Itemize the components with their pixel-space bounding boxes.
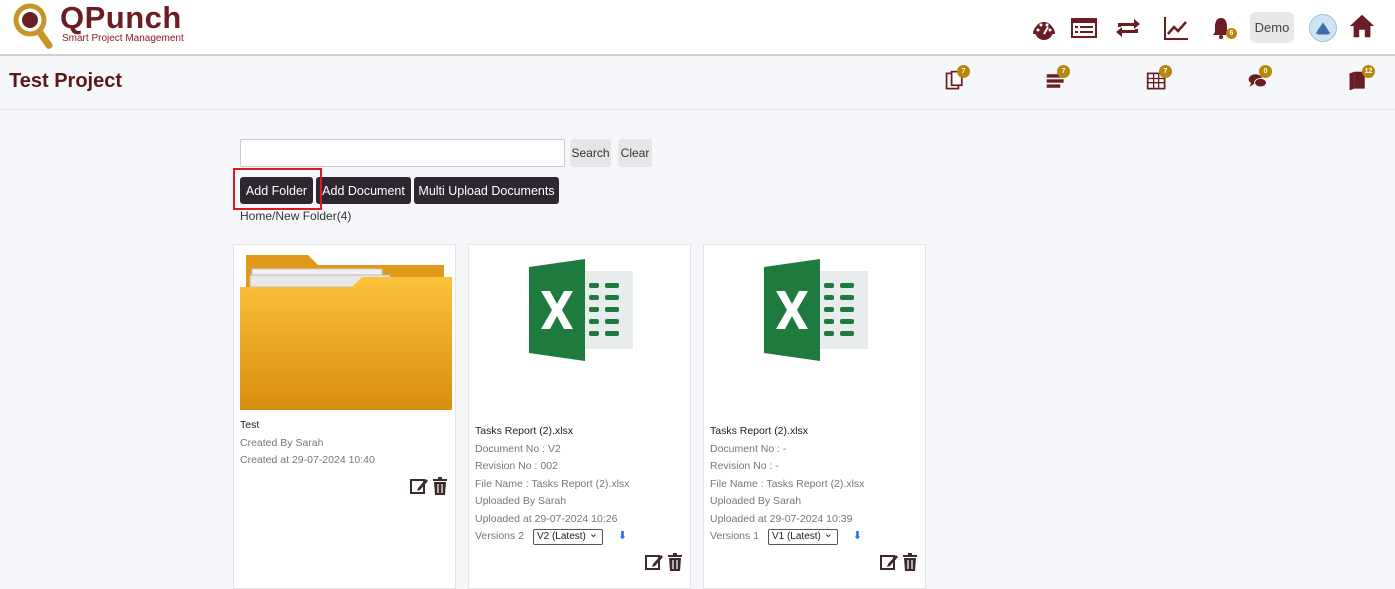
- document-card[interactable]: Tasks Report (2).xlsx Document No : V2 R…: [468, 244, 691, 589]
- project-bar: Test Project 7 7 7 0 12: [0, 58, 1395, 110]
- file-name: File Name : Tasks Report (2).xlsx: [475, 477, 630, 490]
- book-icon[interactable]: 12: [1347, 65, 1375, 96]
- excel-icon: [764, 259, 868, 361]
- calendar-count-badge: 7: [1159, 65, 1172, 78]
- dashboard-icon[interactable]: [1030, 14, 1058, 42]
- versions-label: Versions 2: [475, 530, 525, 542]
- notification-badge: 6: [1226, 28, 1237, 39]
- edit-icon[interactable]: [644, 552, 664, 572]
- user-menu-button[interactable]: Demo: [1250, 12, 1294, 43]
- magnifier-logo-icon: [13, 3, 53, 49]
- list-icon[interactable]: [1070, 14, 1098, 42]
- tasks-icon[interactable]: 7: [1044, 65, 1070, 96]
- delete-icon[interactable]: [430, 476, 450, 496]
- document-number: Document No : V2: [475, 442, 561, 455]
- folder-card[interactable]: Test Created By Sarah Created at 29-07-2…: [233, 244, 456, 589]
- top-navbar: QPunch Smart Project Management 6 Demo: [0, 0, 1395, 56]
- edit-icon[interactable]: [409, 476, 429, 496]
- delete-icon[interactable]: [900, 552, 920, 572]
- delete-icon[interactable]: [665, 552, 685, 572]
- breadcrumb-home[interactable]: Home: [240, 209, 272, 223]
- breadcrumb-current[interactable]: New Folder(4): [275, 209, 351, 223]
- edit-icon[interactable]: [879, 552, 899, 572]
- bell-icon[interactable]: 6: [1207, 14, 1237, 42]
- revision-number: Revision No : -: [710, 460, 779, 472]
- uploaded-at: Uploaded at 29-07-2024 10:26: [475, 512, 618, 525]
- add-document-button[interactable]: Add Document: [316, 177, 411, 204]
- breadcrumb: Home/New Folder(4): [240, 209, 351, 223]
- versions-label: Versions 1: [710, 530, 760, 542]
- download-icon[interactable]: ⬇: [618, 530, 627, 542]
- document-number: Document No : -: [710, 442, 787, 455]
- documents-icon[interactable]: 7: [944, 65, 970, 96]
- excel-icon: [529, 259, 633, 361]
- version-select[interactable]: V2 (Latest): [532, 527, 603, 545]
- folder-name[interactable]: Test: [240, 417, 375, 435]
- home-icon[interactable]: [1348, 12, 1378, 42]
- chart-icon[interactable]: [1162, 14, 1190, 42]
- sync-icon[interactable]: [1114, 14, 1142, 42]
- calendar-icon[interactable]: 7: [1146, 65, 1172, 96]
- highlight-annotation: [233, 168, 322, 210]
- uploaded-by: Uploaded By Sarah: [475, 495, 567, 507]
- folder-created-at: Created at 29-07-2024 10:40: [240, 454, 375, 466]
- search-input[interactable]: [240, 139, 565, 167]
- document-name[interactable]: Tasks Report (2).xlsx: [710, 423, 864, 441]
- file-name: File Name : Tasks Report (2).xlsx: [710, 477, 865, 490]
- document-card[interactable]: Tasks Report (2).xlsx Document No : - Re…: [703, 244, 926, 589]
- folder-created-by: Created By Sarah: [240, 436, 324, 449]
- chat-count-badge: 0: [1259, 65, 1272, 78]
- document-name[interactable]: Tasks Report (2).xlsx: [475, 423, 629, 441]
- logo-subtitle: Smart Project Management: [62, 33, 184, 44]
- tasks-count-badge: 7: [1057, 65, 1070, 78]
- search-button[interactable]: Search: [570, 139, 611, 167]
- uploaded-by: Uploaded By Sarah: [710, 495, 802, 507]
- clear-button[interactable]: Clear: [618, 139, 652, 167]
- logo-title: QPunch: [60, 0, 182, 35]
- book-count-badge: 12: [1362, 65, 1375, 78]
- logo[interactable]: QPunch Smart Project Management: [12, 0, 192, 54]
- documents-count-badge: 7: [957, 65, 970, 78]
- multi-upload-button[interactable]: Multi Upload Documents: [414, 177, 559, 204]
- download-icon[interactable]: ⬇: [853, 530, 862, 542]
- folder-icon: [240, 255, 452, 410]
- uploaded-at: Uploaded at 29-07-2024 10:39: [710, 512, 853, 525]
- chat-icon[interactable]: 0: [1246, 65, 1272, 96]
- revision-number: Revision No : 002: [475, 460, 558, 472]
- avatar[interactable]: [1309, 14, 1337, 42]
- project-title: Test Project: [9, 70, 122, 92]
- version-select[interactable]: V1 (Latest): [767, 527, 838, 545]
